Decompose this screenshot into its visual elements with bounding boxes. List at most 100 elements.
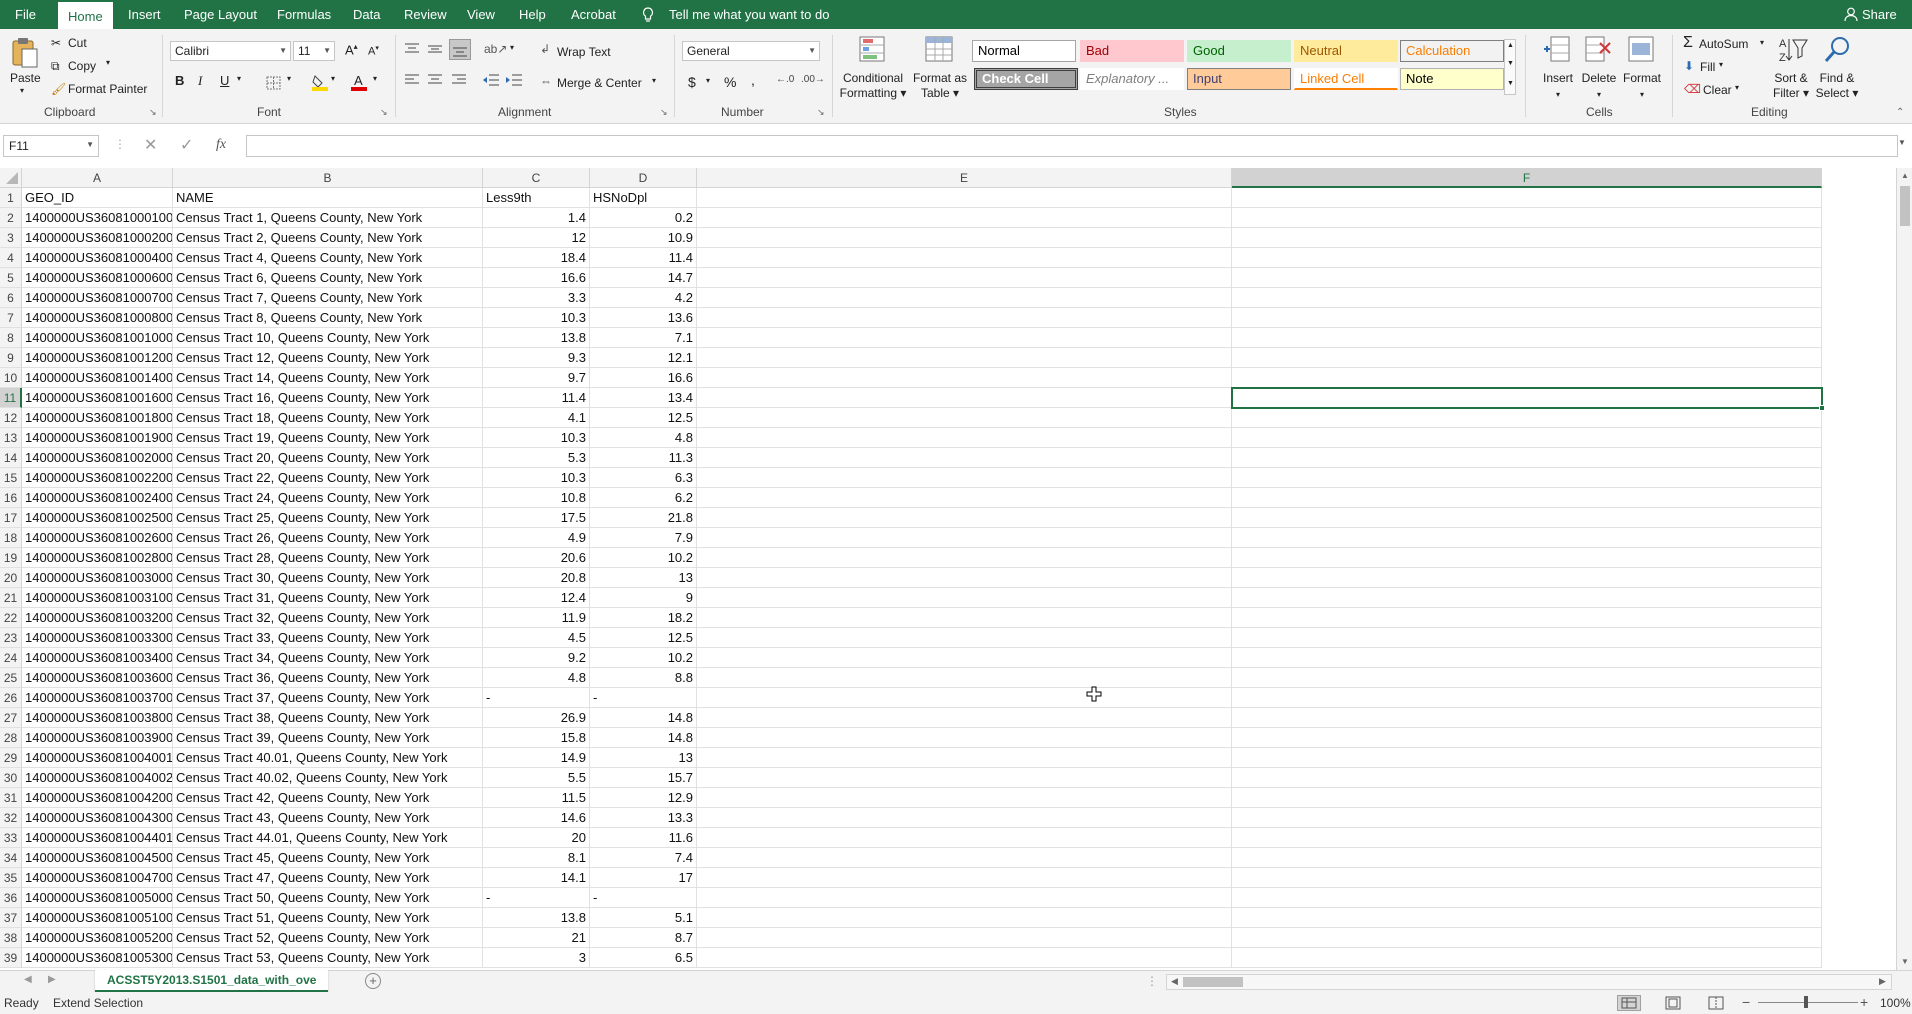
cell-d9[interactable]: 12.1 [590, 348, 697, 368]
expand-formula-icon[interactable]: ▼ [1898, 138, 1906, 147]
cell-d36[interactable]: - [590, 888, 697, 908]
page-break-view-icon[interactable] [1707, 996, 1725, 1010]
cell-f1[interactable] [1232, 188, 1822, 208]
cell-a1[interactable]: GEO_ID [22, 188, 173, 208]
cell-f36[interactable] [1232, 888, 1822, 908]
cell-d23[interactable]: 12.5 [590, 628, 697, 648]
cell-b39[interactable]: Census Tract 53, Queens County, New York [173, 948, 483, 968]
cell-e22[interactable] [697, 608, 1232, 628]
row-header[interactable]: 19 [0, 548, 22, 568]
cell-a15[interactable]: 1400000US36081002200 [22, 468, 173, 488]
zoom-out-icon[interactable]: − [1742, 994, 1750, 1010]
cell-e5[interactable] [697, 268, 1232, 288]
cell-b30[interactable]: Census Tract 40.02, Queens County, New Y… [173, 768, 483, 788]
cell-b17[interactable]: Census Tract 25, Queens County, New York [173, 508, 483, 528]
cell-d32[interactable]: 13.3 [590, 808, 697, 828]
cell-c1[interactable]: Less9th [483, 188, 590, 208]
conditional-formatting-button[interactable]: Conditional Formatting ▾ [838, 71, 908, 101]
cell-c18[interactable]: 4.9 [483, 528, 590, 548]
cell-a17[interactable]: 1400000US36081002500 [22, 508, 173, 528]
cell-e18[interactable] [697, 528, 1232, 548]
cell-a26[interactable]: 1400000US36081003700 [22, 688, 173, 708]
cell-a33[interactable]: 1400000US36081004401 [22, 828, 173, 848]
orientation-icon[interactable]: ab↗ [484, 42, 507, 56]
insert-cells-icon[interactable] [1543, 35, 1571, 65]
cell-d10[interactable]: 16.6 [590, 368, 697, 388]
cell-e16[interactable] [697, 488, 1232, 508]
cell-c19[interactable]: 20.6 [483, 548, 590, 568]
merge-dropdown-icon[interactable]: ▾ [652, 76, 656, 85]
cell-a19[interactable]: 1400000US36081002800 [22, 548, 173, 568]
cell-a36[interactable]: 1400000US36081005000 [22, 888, 173, 908]
cell-e13[interactable] [697, 428, 1232, 448]
cell-f8[interactable] [1232, 328, 1822, 348]
row-header[interactable]: 31 [0, 788, 22, 808]
cell-b8[interactable]: Census Tract 10, Queens County, New York [173, 328, 483, 348]
orientation-dropdown-icon[interactable]: ▾ [510, 43, 514, 52]
vertical-scrollbar[interactable]: ▲ ▼ [1896, 168, 1912, 970]
fill-dropdown-icon[interactable]: ▾ [1719, 60, 1723, 69]
cut-button[interactable]: Cut [68, 36, 87, 50]
cell-a16[interactable]: 1400000US36081002400 [22, 488, 173, 508]
cell-c6[interactable]: 3.3 [483, 288, 590, 308]
cell-d3[interactable]: 10.9 [590, 228, 697, 248]
scroll-down-icon[interactable]: ▼ [1901, 957, 1909, 966]
cell-a32[interactable]: 1400000US36081004300 [22, 808, 173, 828]
cell-d18[interactable]: 7.9 [590, 528, 697, 548]
sort-filter-button[interactable]: Sort & Filter ▾ [1768, 71, 1814, 101]
insert-function-icon[interactable]: fx [216, 137, 226, 153]
cell-c22[interactable]: 11.9 [483, 608, 590, 628]
cell-e8[interactable] [697, 328, 1232, 348]
tab-data[interactable]: Data [353, 0, 380, 29]
cell-b22[interactable]: Census Tract 32, Queens County, New York [173, 608, 483, 628]
cell-c2[interactable]: 1.4 [483, 208, 590, 228]
cell-c9[interactable]: 9.3 [483, 348, 590, 368]
share-button[interactable]: Share [1862, 0, 1897, 29]
next-sheet-icon[interactable]: ▶ [48, 974, 56, 985]
cell-e19[interactable] [697, 548, 1232, 568]
row-header[interactable]: 28 [0, 728, 22, 748]
cell-d15[interactable]: 6.3 [590, 468, 697, 488]
cell-f31[interactable] [1232, 788, 1822, 808]
align-left-icon[interactable] [404, 73, 420, 87]
cell-d21[interactable]: 9 [590, 588, 697, 608]
cell-b9[interactable]: Census Tract 12, Queens County, New York [173, 348, 483, 368]
cell-c24[interactable]: 9.2 [483, 648, 590, 668]
cell-e28[interactable] [697, 728, 1232, 748]
sheet-tab-active[interactable]: ACSST5Y2013.S1501_data_with_ove [95, 970, 328, 992]
cell-f35[interactable] [1232, 868, 1822, 888]
delete-cells-button[interactable]: Delete▾ [1580, 71, 1618, 102]
more-styles-icon[interactable]: ▼ [1507, 80, 1514, 87]
cell-a8[interactable]: 1400000US36081001000 [22, 328, 173, 348]
cell-f15[interactable] [1232, 468, 1822, 488]
cell-c28[interactable]: 15.8 [483, 728, 590, 748]
scroll-up-icon[interactable]: ▲ [1901, 171, 1909, 180]
cell-a38[interactable]: 1400000US36081005200 [22, 928, 173, 948]
cell-f33[interactable] [1232, 828, 1822, 848]
cell-e21[interactable] [697, 588, 1232, 608]
cell-f11[interactable] [1232, 388, 1822, 408]
cell-f25[interactable] [1232, 668, 1822, 688]
cell-d16[interactable]: 6.2 [590, 488, 697, 508]
cell-f39[interactable] [1232, 948, 1822, 968]
cell-d27[interactable]: 14.8 [590, 708, 697, 728]
cell-a5[interactable]: 1400000US36081000600 [22, 268, 173, 288]
cell-f37[interactable] [1232, 908, 1822, 928]
conditional-formatting-icon[interactable] [858, 35, 888, 65]
row-header[interactable]: 22 [0, 608, 22, 628]
cell-e25[interactable] [697, 668, 1232, 688]
cell-c12[interactable]: 4.1 [483, 408, 590, 428]
cell-d34[interactable]: 7.4 [590, 848, 697, 868]
cell-e38[interactable] [697, 928, 1232, 948]
row-header[interactable]: 2 [0, 208, 22, 228]
cell-a37[interactable]: 1400000US36081005100 [22, 908, 173, 928]
underline-icon[interactable]: U [220, 73, 229, 88]
decrease-font-icon[interactable]: A▾ [368, 44, 379, 58]
tab-home[interactable]: Home [58, 0, 113, 29]
row-header[interactable]: 23 [0, 628, 22, 648]
italic-icon[interactable]: I [198, 73, 202, 89]
decrease-indent-icon[interactable] [482, 73, 500, 87]
bold-icon[interactable]: B [175, 73, 184, 88]
row-header[interactable]: 10 [0, 368, 22, 388]
cell-b14[interactable]: Census Tract 20, Queens County, New York [173, 448, 483, 468]
